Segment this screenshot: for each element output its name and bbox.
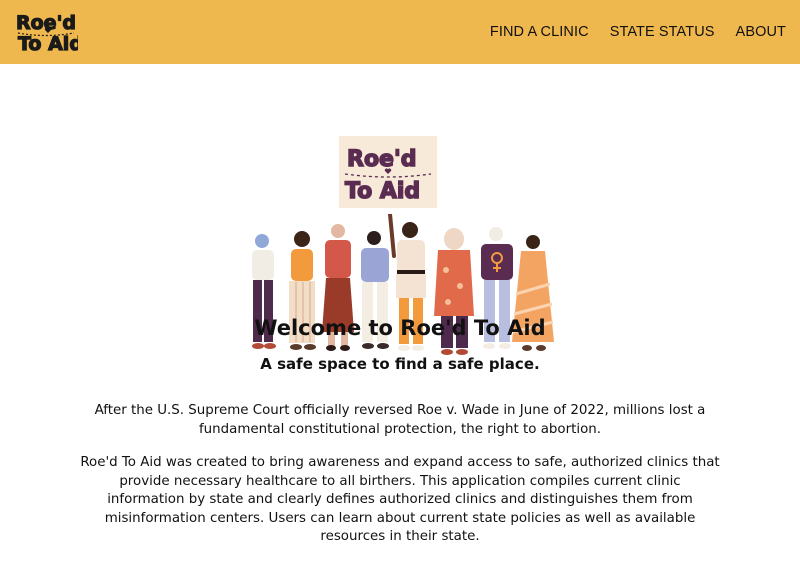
top-navbar: Roe'd To Aid FIND A CLINIC STATE STATUS …: [0, 0, 800, 64]
nav-state-status[interactable]: STATE STATUS: [610, 24, 715, 40]
svg-text:To Aid: To Aid: [18, 33, 78, 54]
intro-paragraph: After the U.S. Supreme Court officially …: [94, 403, 706, 437]
nav-about[interactable]: ABOUT: [736, 24, 786, 40]
protest-sign: Roe'd To Aid: [339, 136, 437, 212]
nav-find-a-clinic[interactable]: FIND A CLINIC: [490, 24, 589, 40]
brand-logo-mark: Roe'd To Aid: [15, 11, 78, 54]
svg-text:To Aid: To Aid: [345, 179, 420, 204]
group-of-women-illustration: [240, 212, 560, 366]
main-nav: FIND A CLINIC STATE STATUS ABOUT: [490, 24, 786, 40]
page-subtitle: A safe space to find a safe place.: [260, 355, 540, 373]
svg-text:Roe'd: Roe'd: [347, 147, 416, 172]
page-title: Welcome to Roe'd To Aid: [254, 316, 546, 340]
brand-logo[interactable]: Roe'd To Aid: [14, 10, 78, 54]
hero-illustration: Roe'd To Aid: [0, 64, 800, 355]
mission-paragraph: Roe'd To Aid was created to bring awaren…: [80, 455, 720, 544]
